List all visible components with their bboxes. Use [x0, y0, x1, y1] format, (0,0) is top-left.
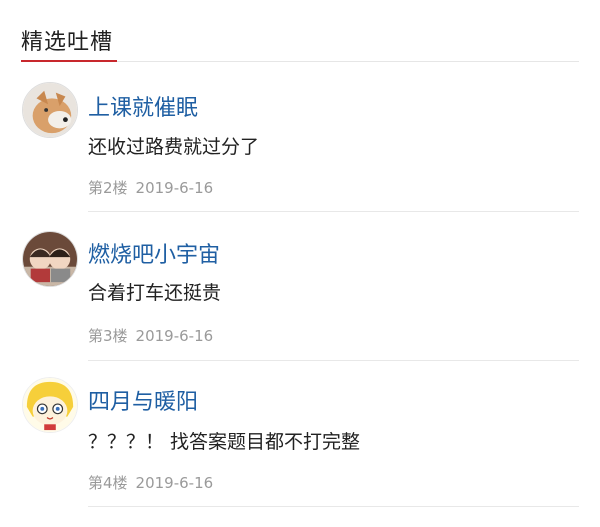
comment-text: 还收过路费就过分了: [88, 136, 260, 158]
floor-number: 第3楼: [88, 327, 128, 345]
kids-photo-avatar-icon[interactable]: [22, 231, 78, 287]
comment-divider: [88, 506, 579, 507]
comment-date: 2019-6-16: [135, 179, 214, 197]
comment-text: 合着打车还挺贵: [88, 282, 222, 304]
comment-date: 2019-6-16: [135, 474, 214, 492]
comment-username[interactable]: 四月与暖阳: [88, 384, 198, 416]
comment-divider: [88, 360, 579, 361]
comment-item: 燃烧吧小宇宙 合着打车还挺贵 第3楼 2019-6-16: [0, 231, 600, 381]
comment-username[interactable]: 燃烧吧小宇宙: [88, 237, 220, 269]
comment-meta: 第4楼 2019-6-16: [88, 472, 213, 493]
comment-text: ？？？！ 找答案题目都不打完整: [88, 431, 361, 453]
comment-meta: 第3楼 2019-6-16: [88, 325, 213, 346]
section-title: 精选吐槽: [21, 30, 114, 55]
comment-meta: 第2楼 2019-6-16: [88, 177, 213, 198]
floor-number: 第4楼: [88, 474, 128, 492]
comment-item: 四月与暖阳 ？？？！ 找答案题目都不打完整 第4楼 2019-6-16: [0, 377, 600, 527]
comment-username[interactable]: 上课就催眠: [88, 90, 198, 122]
floor-number: 第2楼: [88, 179, 128, 197]
dog-avatar-icon[interactable]: [22, 82, 78, 138]
section-title-underline: [21, 60, 117, 62]
comment-item: 上课就催眠 还收过路费就过分了 第2楼 2019-6-16: [0, 82, 600, 232]
comment-divider: [88, 211, 579, 212]
comment-date: 2019-6-16: [135, 327, 214, 345]
anime-girl-avatar-icon[interactable]: [22, 377, 78, 433]
